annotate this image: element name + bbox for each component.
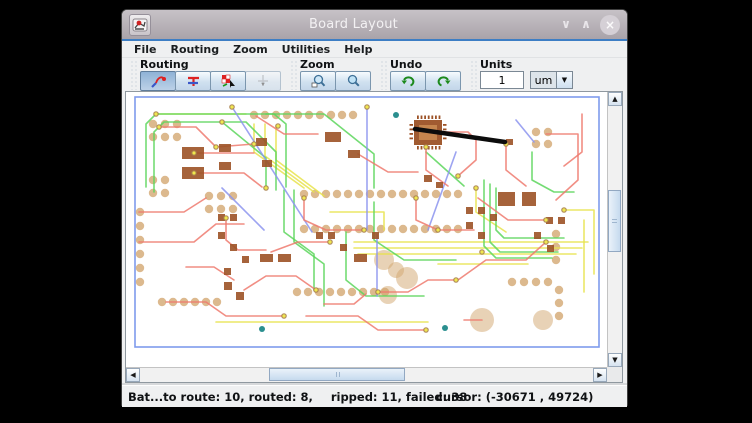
autoroute-icon bbox=[220, 73, 237, 89]
fanout-button[interactable] bbox=[245, 71, 281, 91]
vertical-scroll-thumb[interactable] bbox=[608, 190, 621, 252]
toolbar: Routing bbox=[122, 58, 627, 91]
route-icon bbox=[150, 73, 167, 89]
route-button[interactable] bbox=[140, 71, 176, 91]
title-bar[interactable]: Board Layout ∨ ∧ × bbox=[122, 10, 627, 39]
menu-zoom[interactable]: Zoom bbox=[226, 43, 275, 56]
autoroute-button[interactable] bbox=[210, 71, 246, 91]
menu-file[interactable]: File bbox=[127, 43, 164, 56]
vertical-scrollbar[interactable]: ▲ ▼ bbox=[607, 92, 622, 367]
minimize-button[interactable]: ∨ bbox=[556, 10, 576, 39]
unit-selected-value: um bbox=[530, 71, 557, 89]
status-cursor-position: cursor: (-30671 , 49724) bbox=[436, 390, 593, 404]
scrollbar-corner bbox=[607, 367, 622, 382]
unit-scale-input[interactable] bbox=[480, 71, 524, 89]
menu-utilities[interactable]: Utilities bbox=[275, 43, 338, 56]
toolbar-drag-grip[interactable] bbox=[130, 59, 138, 90]
toolbar-group-label: Units bbox=[480, 59, 573, 70]
toolbar-drag-grip[interactable] bbox=[380, 59, 388, 90]
undo-button[interactable] bbox=[390, 71, 426, 91]
toolbar-group-zoom: Zoom bbox=[290, 59, 371, 90]
toolbar-group-label: Routing bbox=[140, 59, 281, 70]
toolbar-group-units: Units um ▼ bbox=[470, 59, 573, 90]
dropdown-arrow-icon[interactable]: ▼ bbox=[556, 71, 573, 89]
redo-button[interactable] bbox=[425, 71, 461, 91]
zoom-frame-icon bbox=[345, 73, 362, 89]
window-title: Board Layout bbox=[151, 17, 556, 32]
redo-icon bbox=[435, 73, 452, 89]
fanout-icon bbox=[255, 73, 272, 89]
unroute-icon bbox=[185, 73, 202, 89]
close-button[interactable]: × bbox=[600, 15, 620, 35]
horizontal-scroll-thumb[interactable] bbox=[269, 368, 405, 381]
close-icon: × bbox=[605, 18, 615, 32]
status-route-counts: Bat...to route: 10, routed: 8, bbox=[128, 390, 313, 404]
horizontal-scrollbar[interactable]: ◀ ▶ bbox=[126, 367, 607, 382]
window-menu-button[interactable] bbox=[129, 14, 151, 36]
status-bar: Bat...to route: 10, routed: 8, ripped: 1… bbox=[122, 385, 627, 407]
scroll-down-icon[interactable]: ▼ bbox=[608, 353, 622, 367]
zoom-region-button[interactable] bbox=[300, 71, 336, 91]
unroute-button[interactable] bbox=[175, 71, 211, 91]
toolbar-group-routing: Routing bbox=[130, 59, 281, 90]
scroll-left-icon[interactable]: ◀ bbox=[126, 368, 140, 382]
toolbar-group-label: Zoom bbox=[300, 59, 371, 70]
scroll-up-icon[interactable]: ▲ bbox=[608, 92, 622, 106]
menu-help[interactable]: Help bbox=[337, 43, 379, 56]
maximize-button[interactable]: ∧ bbox=[576, 10, 596, 39]
menu-routing[interactable]: Routing bbox=[164, 43, 227, 56]
undo-icon bbox=[400, 73, 417, 89]
pcb-layout-graphic bbox=[126, 92, 607, 367]
unit-combobox[interactable]: um ▼ bbox=[530, 71, 573, 89]
board-canvas[interactable] bbox=[126, 92, 607, 367]
board-layout-window: Board Layout ∨ ∧ × File Routing Zoom Uti… bbox=[121, 9, 628, 406]
zoom-region-icon bbox=[310, 73, 327, 89]
zoom-frame-button[interactable] bbox=[335, 71, 371, 91]
scroll-right-icon[interactable]: ▶ bbox=[593, 368, 607, 382]
toolbar-drag-grip[interactable] bbox=[290, 59, 298, 90]
board-app-icon bbox=[132, 17, 148, 33]
toolbar-drag-grip[interactable] bbox=[470, 59, 478, 90]
toolbar-group-label: Undo bbox=[390, 59, 461, 70]
board-scrollpane: ▲ ▼ ◀ ▶ bbox=[125, 91, 623, 383]
menu-bar: File Routing Zoom Utilities Help bbox=[122, 41, 627, 58]
toolbar-group-undo: Undo bbox=[380, 59, 461, 90]
